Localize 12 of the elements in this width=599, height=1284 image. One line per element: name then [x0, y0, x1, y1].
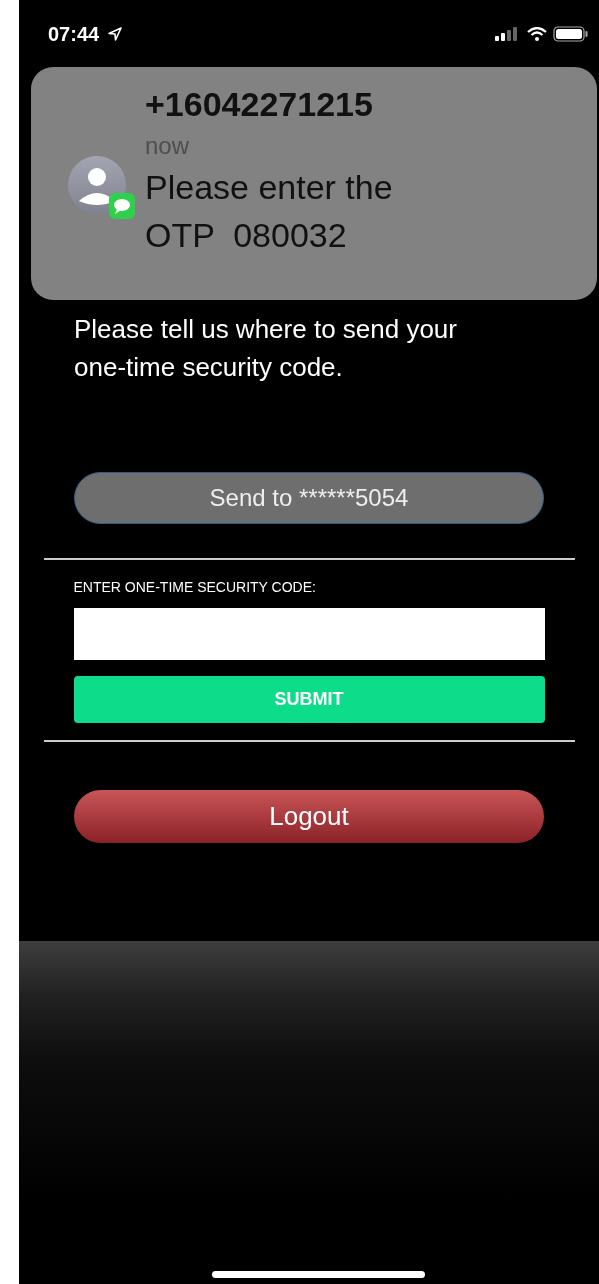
notification-sender: +16042271215: [145, 84, 374, 125]
location-arrow-icon: [107, 26, 124, 42]
battery-icon: [553, 26, 589, 42]
instructions-text: Please tell us where to send your one-time security code.: [74, 313, 458, 384]
logout-button[interactable]: Logout: [74, 790, 544, 843]
code-input-field[interactable]: [73, 608, 545, 660]
notification-message: Please enter the OTP 080032: [145, 167, 394, 256]
status-time: 07:44: [48, 22, 100, 46]
send-code-button[interactable]: Send to ******5054: [74, 472, 544, 524]
wifi-icon: [527, 27, 547, 41]
code-field-label: ENTER ONE-TIME SECURITY CODE:: [73, 578, 317, 596]
message-badge-icon: [109, 193, 135, 219]
